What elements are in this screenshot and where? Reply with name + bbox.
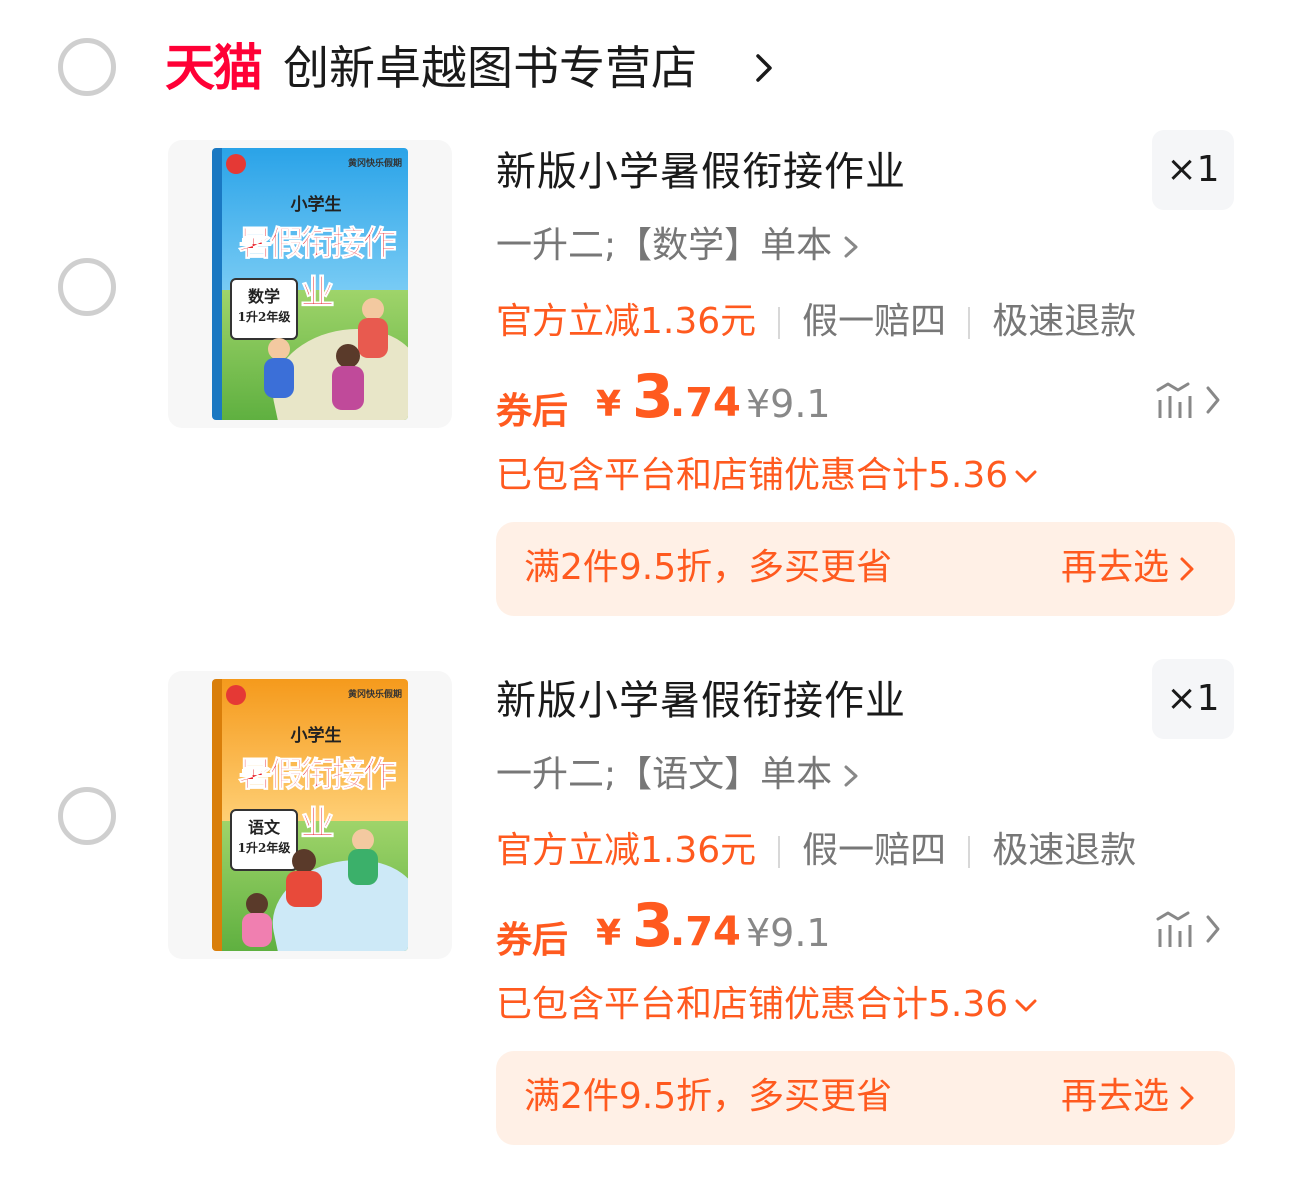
publisher-logo (226, 154, 246, 174)
price-integer: 3 (632, 891, 674, 961)
promo-action-label: 再去选 (1060, 547, 1169, 588)
tag-fast-refund: 极速退款 (992, 301, 1137, 342)
promo-action-link[interactable]: 再去选 (1061, 542, 1195, 594)
book-subject: 语文 (247, 818, 280, 837)
product-title[interactable]: 新版小学暑假衔接作业 (496, 144, 906, 200)
product-title[interactable]: 新版小学暑假衔接作业 (496, 673, 906, 729)
sku-label: 一升二;【语文】单本 (496, 754, 833, 795)
currency-symbol: ¥ (596, 384, 622, 425)
service-tags: 官方立减1.36元 假一赔四 极速退款 (496, 825, 1136, 877)
book-small-title: 小学生 (290, 195, 342, 215)
book-subject-box: 数学 1升2年级 (230, 278, 298, 340)
discount-summary[interactable]: 已包含平台和店铺优惠合计5.36 (496, 450, 1038, 502)
book-cover: 黄冈快乐假期 小学生 暑假衔接作业 语文 1升2年级 (212, 679, 408, 951)
currency-symbol: ¥ (596, 913, 622, 954)
original-price: ¥9.1 (746, 382, 831, 426)
cart-item: 黄冈快乐假期 小学生 暑假衔接作业 数学 1升2年级 新版小学暑假衔接作业 ×1… (0, 130, 1290, 630)
service-tags: 官方立减1.36元 假一赔四 极速退款 (496, 296, 1136, 348)
chevron-down-icon (1015, 470, 1037, 483)
promo-banner[interactable]: 满2件9.5折，多买更省 再去选 (496, 1051, 1235, 1145)
price-trend-icon[interactable] (1154, 380, 1224, 420)
tmall-logo: 天猫 (165, 39, 263, 97)
tag-authentic-guarantee: 假一赔四 (802, 830, 947, 871)
discount-summary-text: 已包含平台和店铺优惠合计5.36 (496, 455, 1009, 496)
book-series: 黄冈快乐假期 (347, 159, 402, 169)
discount-summary[interactable]: 已包含平台和店铺优惠合计5.36 (496, 979, 1038, 1031)
price-row: 券后 ¥ 3 .74 ¥9.1 (496, 362, 896, 436)
promo-action-link[interactable]: 再去选 (1061, 1071, 1195, 1123)
original-price: ¥9.1 (746, 911, 831, 955)
tag-authentic-guarantee: 假一赔四 (802, 301, 947, 342)
sku-label: 一升二;【数学】单本 (496, 225, 833, 266)
chevron-right-icon (844, 236, 858, 258)
sku-selector[interactable]: 一升二;【数学】单本 (496, 220, 860, 272)
item-select-radio[interactable] (58, 258, 116, 316)
chevron-right-icon (1180, 557, 1194, 581)
price-decimal: .74 (670, 380, 741, 426)
product-thumbnail[interactable]: 黄冈快乐假期 小学生 暑假衔接作业 数学 1升2年级 (168, 140, 452, 428)
chevron-right-icon[interactable] (752, 52, 776, 84)
store-header: 天猫 创新卓越图书专营店 (0, 0, 1290, 130)
promo-text: 满2件9.5折，多买更省 (524, 547, 893, 588)
publisher-logo (226, 685, 246, 705)
book-small-title: 小学生 (290, 726, 342, 746)
cart-item: 黄冈快乐假期 小学生 暑假衔接作业 语文 1升2年级 新版小学暑假衔接作业 ×1… (0, 659, 1290, 1159)
product-thumbnail[interactable]: 黄冈快乐假期 小学生 暑假衔接作业 语文 1升2年级 (168, 671, 452, 959)
promo-action-label: 再去选 (1060, 1076, 1169, 1117)
book-cover: 黄冈快乐假期 小学生 暑假衔接作业 数学 1升2年级 (212, 148, 408, 420)
chevron-right-icon (1180, 1086, 1194, 1110)
price-label: 券后 (496, 920, 569, 961)
price-label: 券后 (496, 391, 569, 432)
tag-instant-discount: 官方立减1.36元 (496, 301, 757, 342)
quantity-badge[interactable]: ×1 (1152, 130, 1234, 210)
book-series: 黄冈快乐假期 (347, 690, 402, 700)
promo-text: 满2件9.5折，多买更省 (524, 1076, 893, 1117)
chevron-down-icon (1015, 999, 1037, 1012)
price-trend-icon[interactable] (1154, 909, 1224, 949)
promo-banner[interactable]: 满2件9.5折，多买更省 再去选 (496, 522, 1235, 616)
tag-fast-refund: 极速退款 (992, 830, 1137, 871)
discount-summary-text: 已包含平台和店铺优惠合计5.36 (496, 984, 1009, 1025)
chevron-right-icon (844, 765, 858, 787)
quantity-badge[interactable]: ×1 (1152, 659, 1234, 739)
book-grade: 1升2年级 (237, 310, 291, 324)
sku-selector[interactable]: 一升二;【语文】单本 (496, 749, 860, 801)
price-integer: 3 (632, 362, 674, 432)
item-select-radio[interactable] (58, 787, 116, 845)
price-row: 券后 ¥ 3 .74 ¥9.1 (496, 891, 896, 965)
book-subject: 数学 (247, 287, 280, 306)
tag-instant-discount: 官方立减1.36元 (496, 830, 757, 871)
book-subject-box: 语文 1升2年级 (230, 809, 298, 871)
book-grade: 1升2年级 (237, 841, 291, 855)
store-name[interactable]: 创新卓越图书专营店 (283, 36, 697, 100)
price-decimal: .74 (670, 909, 741, 955)
store-select-radio[interactable] (58, 38, 116, 96)
